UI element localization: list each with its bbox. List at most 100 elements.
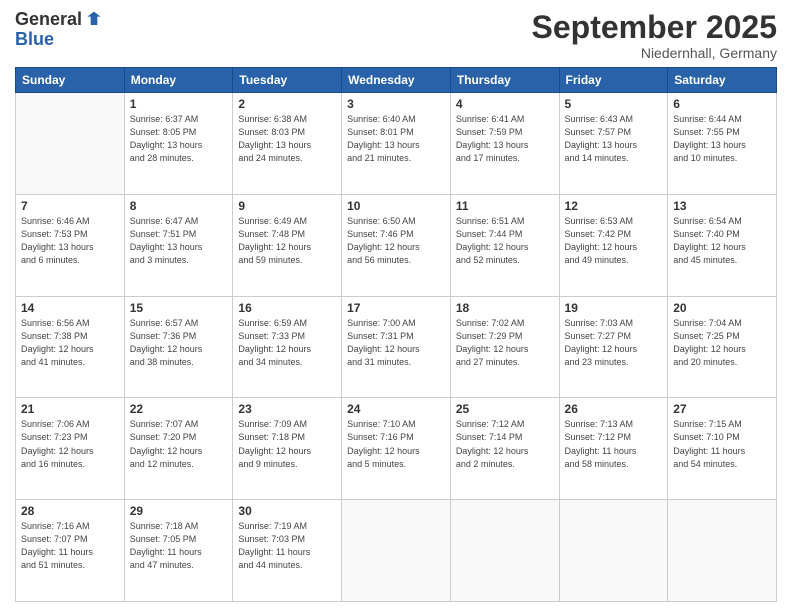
day-number: 25 [456,402,554,416]
day-info: Sunrise: 6:37 AMSunset: 8:05 PMDaylight:… [130,113,228,165]
header: General Blue September 2025 Niedernhall,… [15,10,777,61]
calendar-week-row: 14Sunrise: 6:56 AMSunset: 7:38 PMDayligh… [16,296,777,398]
table-row: 8 Sunrise: 6:47 AMSunset: 7:51 PMDaylight… [124,194,233,296]
logo: General Blue [15,10,104,50]
table-row: 4 Sunrise: 6:41 AMSunset: 7:59 PMDaylight… [450,93,559,195]
table-row: 18Sunrise: 7:02 AMSunset: 7:29 PMDayligh… [450,296,559,398]
table-row: 19 Sunrise: 7:03 AMSunset: 7:27 PMDayligh… [559,296,668,398]
day-info: Sunrise: 6:43 AMSunset: 7:57 PMDaylight:… [565,113,663,165]
calendar-week-row: 21 Sunrise: 7:06 AMSunset: 7:23 PMDayligh… [16,398,777,500]
day-number: 15 [130,301,228,315]
day-info: Sunrise: 7:06 AMSunset: 7:23 PMDaylight:… [21,418,119,470]
day-info: Sunrise: 7:04 AMSunset: 7:25 PMDaylight:… [673,317,771,369]
table-row: 17Sunrise: 7:00 AMSunset: 7:31 PMDayligh… [342,296,451,398]
table-row: 27Sunrise: 7:15 AMSunset: 7:10 PMDayligh… [668,398,777,500]
day-number: 23 [238,402,336,416]
day-number: 20 [673,301,771,315]
header-friday: Friday [559,68,668,93]
day-number: 28 [21,504,119,518]
day-number: 1 [130,97,228,111]
day-number: 7 [21,199,119,213]
day-number: 6 [673,97,771,111]
table-row: 23 Sunrise: 7:09 AMSunset: 7:18 PMDayligh… [233,398,342,500]
day-number: 5 [565,97,663,111]
day-number: 18 [456,301,554,315]
calendar-week-row: 1 Sunrise: 6:37 AMSunset: 8:05 PMDaylight… [16,93,777,195]
header-wednesday: Wednesday [342,68,451,93]
day-number: 4 [456,97,554,111]
day-info: Sunrise: 6:47 AMSunset: 7:51 PMDaylight:… [130,215,228,267]
day-number: 16 [238,301,336,315]
day-number: 17 [347,301,445,315]
table-row: 12 Sunrise: 6:53 AMSunset: 7:42 PMDayligh… [559,194,668,296]
table-row: 28 Sunrise: 7:16 AMSunset: 7:07 PMDayligh… [16,500,125,602]
day-number: 13 [673,199,771,213]
table-row: 25Sunrise: 7:12 AMSunset: 7:14 PMDayligh… [450,398,559,500]
calendar-table: Sunday Monday Tuesday Wednesday Thursday… [15,67,777,602]
day-info: Sunrise: 6:44 AMSunset: 7:55 PMDaylight:… [673,113,771,165]
day-number: 11 [456,199,554,213]
table-row: 3 Sunrise: 6:40 AMSunset: 8:01 PMDaylight… [342,93,451,195]
day-info: Sunrise: 7:03 AMSunset: 7:27 PMDaylight:… [565,317,663,369]
table-row: 16Sunrise: 6:59 AMSunset: 7:33 PMDayligh… [233,296,342,398]
table-row: 21 Sunrise: 7:06 AMSunset: 7:23 PMDayligh… [16,398,125,500]
day-number: 30 [238,504,336,518]
day-info: Sunrise: 6:54 AMSunset: 7:40 PMDaylight:… [673,215,771,267]
table-row: 1 Sunrise: 6:37 AMSunset: 8:05 PMDaylight… [124,93,233,195]
day-number: 10 [347,199,445,213]
day-number: 8 [130,199,228,213]
day-number: 22 [130,402,228,416]
table-row [16,93,125,195]
day-info: Sunrise: 6:53 AMSunset: 7:42 PMDaylight:… [565,215,663,267]
table-row: 5 Sunrise: 6:43 AMSunset: 7:57 PMDaylight… [559,93,668,195]
header-thursday: Thursday [450,68,559,93]
day-info: Sunrise: 6:49 AMSunset: 7:48 PMDaylight:… [238,215,336,267]
table-row: 10 Sunrise: 6:50 AMSunset: 7:46 PMDayligh… [342,194,451,296]
calendar-week-row: 28 Sunrise: 7:16 AMSunset: 7:07 PMDayligh… [16,500,777,602]
header-monday: Monday [124,68,233,93]
day-info: Sunrise: 7:09 AMSunset: 7:18 PMDaylight:… [238,418,336,470]
calendar-week-row: 7 Sunrise: 6:46 AMSunset: 7:53 PMDaylight… [16,194,777,296]
day-info: Sunrise: 6:50 AMSunset: 7:46 PMDaylight:… [347,215,445,267]
header-saturday: Saturday [668,68,777,93]
header-sunday: Sunday [16,68,125,93]
table-row: 29 Sunrise: 7:18 AMSunset: 7:05 PMDayligh… [124,500,233,602]
day-info: Sunrise: 6:38 AMSunset: 8:03 PMDaylight:… [238,113,336,165]
day-info: Sunrise: 7:10 AMSunset: 7:16 PMDaylight:… [347,418,445,470]
table-row [559,500,668,602]
day-number: 2 [238,97,336,111]
day-info: Sunrise: 6:40 AMSunset: 8:01 PMDaylight:… [347,113,445,165]
day-number: 21 [21,402,119,416]
page: General Blue September 2025 Niedernhall,… [0,0,792,612]
day-number: 24 [347,402,445,416]
day-number: 29 [130,504,228,518]
table-row: 22Sunrise: 7:07 AMSunset: 7:20 PMDayligh… [124,398,233,500]
month-title: September 2025 [532,10,777,45]
table-row: 14Sunrise: 6:56 AMSunset: 7:38 PMDayligh… [16,296,125,398]
day-number: 27 [673,402,771,416]
day-info: Sunrise: 7:18 AMSunset: 7:05 PMDaylight:… [130,520,228,572]
table-row: 30 Sunrise: 7:19 AMSunset: 7:03 PMDayligh… [233,500,342,602]
table-row: 7 Sunrise: 6:46 AMSunset: 7:53 PMDaylight… [16,194,125,296]
day-info: Sunrise: 6:46 AMSunset: 7:53 PMDaylight:… [21,215,119,267]
table-row: 11 Sunrise: 6:51 AMSunset: 7:44 PMDayligh… [450,194,559,296]
day-info: Sunrise: 7:13 AMSunset: 7:12 PMDaylight:… [565,418,663,470]
day-info: Sunrise: 6:51 AMSunset: 7:44 PMDaylight:… [456,215,554,267]
title-block: September 2025 Niedernhall, Germany [532,10,777,61]
logo-blue: Blue [15,30,104,50]
table-row [450,500,559,602]
day-info: Sunrise: 6:41 AMSunset: 7:59 PMDaylight:… [456,113,554,165]
day-number: 3 [347,97,445,111]
day-number: 26 [565,402,663,416]
calendar-header-row: Sunday Monday Tuesday Wednesday Thursday… [16,68,777,93]
day-info: Sunrise: 6:56 AMSunset: 7:38 PMDaylight:… [21,317,119,369]
day-info: Sunrise: 7:16 AMSunset: 7:07 PMDaylight:… [21,520,119,572]
day-info: Sunrise: 7:19 AMSunset: 7:03 PMDaylight:… [238,520,336,572]
header-tuesday: Tuesday [233,68,342,93]
table-row [342,500,451,602]
table-row: 26 Sunrise: 7:13 AMSunset: 7:12 PMDayligh… [559,398,668,500]
day-number: 19 [565,301,663,315]
table-row: 24 Sunrise: 7:10 AMSunset: 7:16 PMDayligh… [342,398,451,500]
table-row: 2 Sunrise: 6:38 AMSunset: 8:03 PMDaylight… [233,93,342,195]
day-number: 12 [565,199,663,213]
